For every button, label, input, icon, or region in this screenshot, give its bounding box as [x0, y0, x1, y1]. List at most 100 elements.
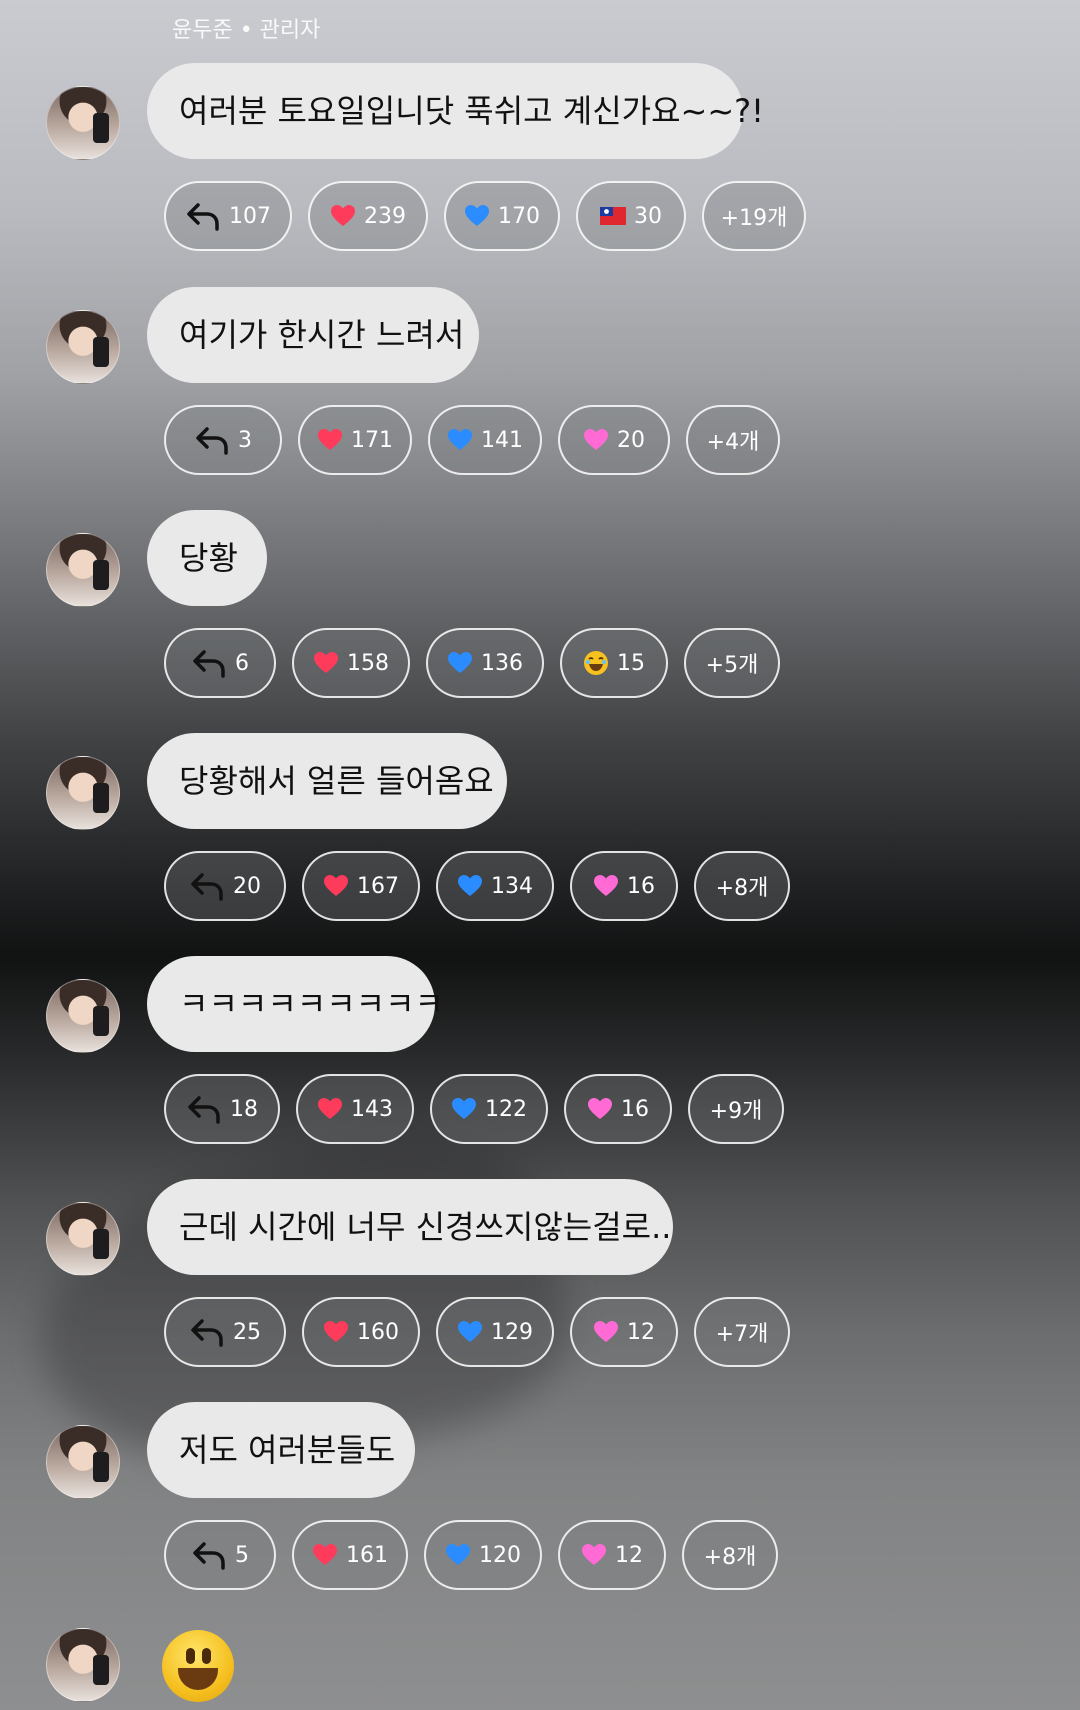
reaction-bar: 5 161 120 12 +8개	[164, 1520, 778, 1594]
heart-reaction-button[interactable]: 239	[308, 181, 428, 251]
pink-heart-icon	[593, 1320, 619, 1344]
more-reactions-label: +8개	[703, 1545, 757, 1570]
third-reaction-count: 30	[634, 203, 662, 229]
avatar[interactable]	[46, 86, 120, 160]
third-reaction-count: 12	[627, 1319, 655, 1345]
more-reactions-label: +5개	[705, 653, 759, 678]
message-bubble[interactable]: 근데 시간에 너무 신경쓰지않는걸로..	[147, 1179, 673, 1275]
third-reaction-count: 15	[617, 650, 645, 676]
avatar[interactable]	[46, 979, 120, 1053]
third-reaction-count: 16	[627, 873, 655, 899]
avatar[interactable]	[46, 756, 120, 830]
heart-count: 160	[357, 1319, 399, 1345]
blue-heart-reaction-button[interactable]: 170	[444, 181, 560, 251]
reply-button[interactable]: 5	[164, 1520, 276, 1590]
pink-heart-icon	[587, 1097, 613, 1121]
heart-reaction-button[interactable]: 160	[302, 1297, 420, 1367]
blue-heart-reaction-button[interactable]: 141	[428, 405, 542, 475]
blue-heart-icon	[445, 1543, 471, 1567]
reply-button[interactable]: 25	[164, 1297, 286, 1367]
reply-button[interactable]: 20	[164, 851, 286, 921]
heart-reaction-button[interactable]: 143	[296, 1074, 414, 1144]
third-reaction-count: 16	[621, 1096, 649, 1122]
avatar[interactable]	[46, 1628, 120, 1702]
more-reactions-label: +9개	[709, 1099, 763, 1124]
reaction-bar: 107 239 170 30 +19개	[164, 181, 806, 255]
laughing-emoji-icon	[583, 650, 609, 676]
heart-reaction-button[interactable]: 158	[292, 628, 410, 698]
blue-heart-count: 129	[491, 1319, 533, 1345]
blue-heart-reaction-button[interactable]: 120	[424, 1520, 542, 1590]
reply-count: 25	[233, 1319, 261, 1345]
third-reaction-button[interactable]: 16	[570, 851, 678, 921]
blue-heart-icon	[447, 428, 473, 452]
author-header: 윤두준 • 관리자	[172, 18, 321, 43]
avatar[interactable]	[46, 310, 120, 384]
heart-reaction-button[interactable]: 171	[298, 405, 412, 475]
pink-heart-icon	[581, 1543, 607, 1567]
more-reactions-button[interactable]: +4개	[686, 405, 780, 475]
message-bubble[interactable]: 여기가 한시간 느려서	[147, 287, 479, 383]
third-reaction-button[interactable]: 30	[576, 181, 686, 251]
blue-heart-icon	[464, 204, 490, 228]
more-reactions-button[interactable]: +7개	[694, 1297, 790, 1367]
blue-heart-reaction-button[interactable]: 129	[436, 1297, 554, 1367]
blue-heart-count: 170	[498, 203, 540, 229]
more-reactions-button[interactable]: +9개	[688, 1074, 784, 1144]
third-reaction-button[interactable]: 12	[570, 1297, 678, 1367]
grinning-emoji-icon	[162, 1630, 234, 1702]
message-bubble[interactable]: 당황해서 얼른 들어옴요	[147, 733, 507, 829]
blue-heart-count: 136	[481, 650, 523, 676]
message-bubble[interactable]: 당황	[147, 510, 267, 606]
heart-count: 158	[347, 650, 389, 676]
heart-count: 171	[351, 427, 393, 453]
red-heart-icon	[323, 1320, 349, 1344]
reply-button[interactable]: 3	[164, 405, 282, 475]
more-reactions-label: +19개	[720, 206, 788, 231]
heart-count: 239	[364, 203, 406, 229]
avatar[interactable]	[46, 533, 120, 607]
red-heart-icon	[312, 1543, 338, 1567]
more-reactions-button[interactable]: +19개	[702, 181, 806, 251]
reaction-bar: 18 143 122 16 +9개	[164, 1074, 784, 1148]
avatar[interactable]	[46, 1425, 120, 1499]
message-bubble[interactable]: ㅋㅋㅋㅋㅋㅋㅋㅋㅋ	[147, 956, 444, 1052]
avatar[interactable]	[46, 1202, 120, 1276]
blue-heart-icon	[457, 874, 483, 898]
more-reactions-button[interactable]: +5개	[684, 628, 780, 698]
blue-heart-reaction-button[interactable]: 122	[430, 1074, 548, 1144]
reply-icon	[186, 1094, 222, 1124]
heart-count: 143	[351, 1096, 393, 1122]
reply-icon	[194, 425, 230, 455]
reply-count: 107	[229, 203, 271, 229]
reply-button[interactable]: 107	[164, 181, 292, 251]
blue-heart-reaction-button[interactable]: 134	[436, 851, 554, 921]
reply-button[interactable]: 6	[164, 628, 276, 698]
heart-count: 167	[357, 873, 399, 899]
third-reaction-button[interactable]: 12	[558, 1520, 666, 1590]
red-heart-icon	[313, 651, 339, 675]
pink-heart-icon	[583, 428, 609, 452]
third-reaction-count: 20	[617, 427, 645, 453]
message-bubble[interactable]: 여러분 토요일입니닷 푹쉬고 계신가요~~?!	[147, 63, 764, 159]
more-reactions-label: +7개	[715, 1322, 769, 1347]
more-reactions-button[interactable]: +8개	[694, 851, 790, 921]
third-reaction-button[interactable]: 15	[560, 628, 668, 698]
reply-button[interactable]: 18	[164, 1074, 280, 1144]
third-reaction-button[interactable]: 16	[564, 1074, 672, 1144]
heart-reaction-button[interactable]: 167	[302, 851, 420, 921]
blue-heart-reaction-button[interactable]: 136	[426, 628, 544, 698]
blue-heart-icon	[457, 1320, 483, 1344]
blue-heart-count: 134	[491, 873, 533, 899]
reply-count: 20	[233, 873, 261, 899]
blue-heart-count: 141	[481, 427, 523, 453]
reaction-bar: 25 160 129 12 +7개	[164, 1297, 790, 1371]
reply-icon	[189, 871, 225, 901]
heart-reaction-button[interactable]: 161	[292, 1520, 408, 1590]
reaction-bar: 3 171 141 20 +4개	[164, 405, 780, 479]
more-reactions-button[interactable]: +8개	[682, 1520, 778, 1590]
reply-icon	[185, 201, 221, 231]
third-reaction-count: 12	[615, 1542, 643, 1568]
third-reaction-button[interactable]: 20	[558, 405, 670, 475]
message-bubble[interactable]: 저도 여러분들도	[147, 1402, 415, 1498]
